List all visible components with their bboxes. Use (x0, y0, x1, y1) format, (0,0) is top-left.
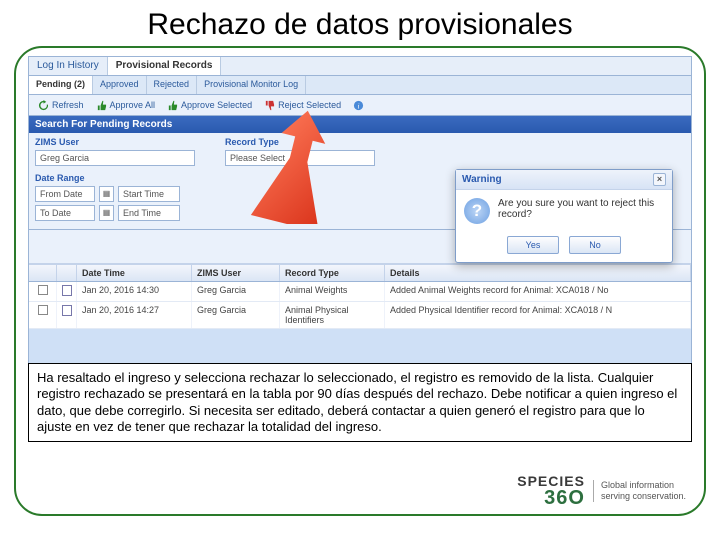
from-date-input[interactable]: From Date (35, 186, 95, 202)
start-time-input[interactable]: Start Time (118, 186, 180, 202)
thumbs-down-icon (264, 100, 275, 111)
info-button[interactable]: i (348, 98, 369, 113)
cell-recordtype: Animal Physical Identifiers (280, 302, 385, 328)
col-datetime[interactable]: Date Time (77, 265, 192, 281)
cell-details: Added Physical Identifier record for Ani… (385, 302, 691, 328)
row-checkbox[interactable] (38, 305, 48, 315)
cell-datetime: Jan 20, 2016 14:30 (77, 282, 192, 301)
sub-tabs: Pending (2) Approved Rejected Provisiona… (29, 76, 691, 95)
cell-user: Greg Garcia (192, 282, 280, 301)
dialog-message: Are you sure you want to reject this rec… (498, 198, 664, 220)
slide-title: Rechazo de datos provisionales (0, 0, 720, 46)
no-button[interactable]: No (569, 236, 621, 254)
caption-text: Ha resaltado el ingreso y selecciona rec… (28, 363, 692, 442)
table-row[interactable]: Jan 20, 2016 14:30 Greg Garcia Animal We… (29, 282, 691, 302)
record-type-label: Record Type (225, 137, 375, 147)
zims-user-select[interactable]: Greg Garcia (35, 150, 195, 166)
brand-name-bottom: 36O (517, 488, 585, 508)
grid-header: Date Time ZIMS User Record Type Details (29, 264, 691, 282)
top-tabs: Log In History Provisional Records (29, 57, 691, 76)
approve-all-button[interactable]: Approve All (91, 98, 161, 113)
subtab-monitor-log[interactable]: Provisional Monitor Log (197, 76, 306, 94)
row-checkbox[interactable] (38, 285, 48, 295)
search-header: Search For Pending Records (29, 116, 691, 133)
approve-all-label: Approve All (110, 100, 156, 110)
cell-datetime: Jan 20, 2016 14:27 (77, 302, 192, 328)
tab-login-history[interactable]: Log In History (29, 57, 108, 75)
tab-provisional-records[interactable]: Provisional Records (108, 57, 222, 75)
document-icon (62, 285, 72, 296)
question-icon: ? (464, 198, 490, 224)
refresh-button[interactable]: Refresh (33, 98, 89, 113)
info-icon: i (353, 100, 364, 111)
cell-details: Added Animal Weights record for Animal: … (385, 282, 691, 301)
toolbar: Refresh Approve All Approve Selected Rej… (29, 95, 691, 116)
thumbs-up-icon (167, 100, 178, 111)
brand-tagline: Global information serving conservation. (593, 480, 686, 502)
svg-text:i: i (358, 101, 360, 110)
to-date-input[interactable]: To Date (35, 205, 95, 221)
dialog-title: Warning (462, 174, 502, 185)
cell-user: Greg Garcia (192, 302, 280, 328)
yes-button[interactable]: Yes (507, 236, 559, 254)
dialog-close-button[interactable]: × (653, 173, 666, 186)
refresh-icon (38, 100, 49, 111)
approve-selected-button[interactable]: Approve Selected (162, 98, 257, 113)
date-range-label: Date Range (35, 173, 195, 183)
document-icon (62, 305, 72, 316)
subtab-rejected[interactable]: Rejected (147, 76, 198, 94)
record-type-select[interactable]: Please Select (225, 150, 375, 166)
brand-logo-icon: SPECIES 36O (517, 474, 585, 508)
to-date-picker-icon[interactable]: ▦ (99, 205, 114, 221)
reject-selected-button[interactable]: Reject Selected (259, 98, 346, 113)
warning-dialog: Warning × ? Are you sure you want to rej… (455, 169, 673, 263)
brand-tag-line2: serving conservation. (601, 491, 686, 502)
brand-tag-line1: Global information (601, 480, 686, 491)
close-icon: × (657, 174, 662, 184)
col-details[interactable]: Details (385, 265, 691, 281)
brand-block: SPECIES 36O Global information serving c… (517, 474, 686, 508)
subtab-approved[interactable]: Approved (93, 76, 147, 94)
col-user[interactable]: ZIMS User (192, 265, 280, 281)
slide-frame: Log In History Provisional Records Pendi… (14, 46, 706, 516)
thumbs-up-icon (96, 100, 107, 111)
subtab-pending[interactable]: Pending (2) (29, 76, 93, 94)
from-date-picker-icon[interactable]: ▦ (99, 186, 114, 202)
reject-selected-label: Reject Selected (278, 100, 341, 110)
zims-user-label: ZIMS User (35, 137, 195, 147)
table-row[interactable]: Jan 20, 2016 14:27 Greg Garcia Animal Ph… (29, 302, 691, 329)
refresh-label: Refresh (52, 100, 84, 110)
col-recordtype[interactable]: Record Type (280, 265, 385, 281)
approve-selected-label: Approve Selected (181, 100, 252, 110)
end-time-input[interactable]: End Time (118, 205, 180, 221)
app-screenshot: Log In History Provisional Records Pendi… (28, 56, 692, 386)
cell-recordtype: Animal Weights (280, 282, 385, 301)
